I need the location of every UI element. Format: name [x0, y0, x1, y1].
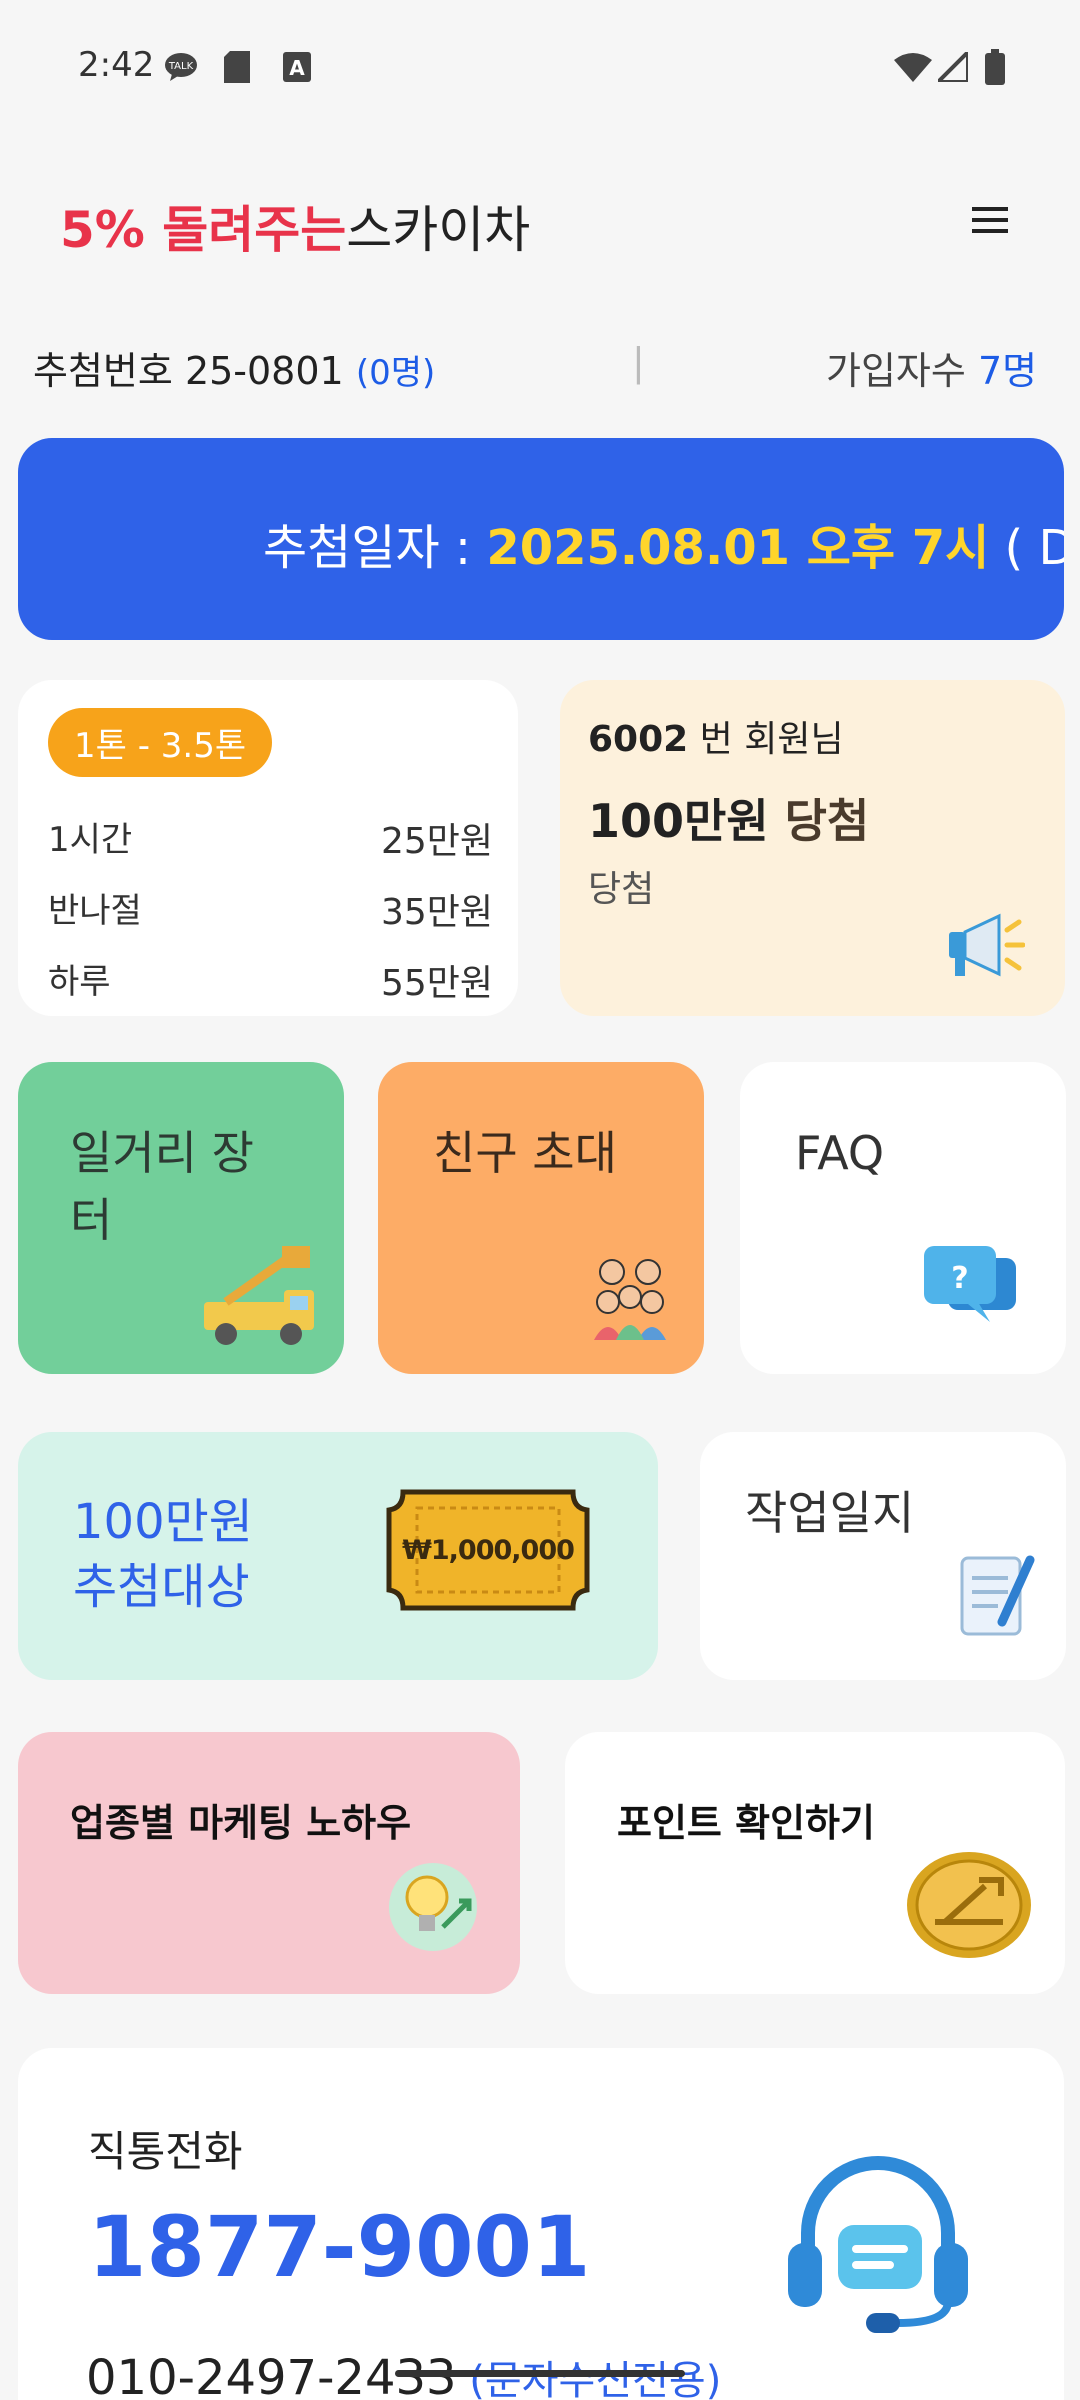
chat-question-icon: ?: [920, 1242, 1020, 1341]
winner-status: 당첨: [588, 869, 655, 910]
invite-friend-tile[interactable]: 친구 초대: [378, 1062, 704, 1374]
members-label: 가입자수: [826, 349, 966, 393]
lightbulb-icon: [383, 1857, 478, 1956]
banner-rest: ( D: [1004, 520, 1064, 576]
faq-tile[interactable]: FAQ ?: [740, 1062, 1066, 1374]
sd-card-icon: [222, 50, 252, 84]
hamburger-menu-icon[interactable]: [960, 200, 1020, 250]
points-title: 포인트 확인하기: [617, 1801, 875, 1845]
headset-icon: [778, 2143, 978, 2347]
gesture-home-bar[interactable]: [395, 2370, 685, 2377]
lottery-line1: 100만원: [73, 1494, 253, 1550]
price-label: 1시간: [48, 820, 133, 860]
lottery-line2: 추첨대상: [73, 1558, 250, 1615]
price-row: 하루 55만원: [48, 954, 493, 1006]
job-title-line2: 터: [70, 1192, 113, 1247]
price-card[interactable]: 1톤 - 3.5톤 1시간 25만원 반나절 35만원 하루 55만원: [18, 680, 518, 1016]
banner-label: 추첨일자 :: [263, 520, 487, 576]
winner-member-suffix: 번 회원님: [688, 719, 844, 760]
ticket-icon: ₩1,000,000: [383, 1486, 593, 1614]
app-title-rest: 스카이차: [346, 201, 531, 259]
draw-date-banner[interactable]: 추첨일자 : 2025.08.01 오후 7시 ( D: [18, 438, 1064, 640]
job-board-tile[interactable]: 일거리 장터: [18, 1062, 344, 1374]
notepad-icon: [958, 1550, 1038, 1644]
lottery-tile[interactable]: 100만원추첨대상 ₩1,000,000: [18, 1432, 658, 1680]
info-divider: |: [632, 340, 645, 384]
winner-amount-suffix: 당첨: [768, 794, 870, 848]
call-label: 직통전화: [88, 2127, 243, 2176]
members-count: 7명: [977, 349, 1038, 393]
winner-amount: 100만원 당첨: [588, 785, 869, 851]
draw-number: 25-0801: [184, 349, 344, 393]
svg-text:A: A: [289, 56, 305, 80]
invite-friend-title: 친구 초대: [433, 1126, 617, 1180]
gold-coin-icon: [905, 1850, 1033, 1964]
work-log-tile[interactable]: 작업일지: [700, 1432, 1066, 1680]
status-time: 2:42: [78, 45, 155, 85]
people-group-icon: [590, 1252, 670, 1346]
megaphone-icon: [945, 910, 1026, 984]
tonnage-badge: 1톤 - 3.5톤: [48, 708, 273, 777]
draw-label: 추첨번호: [33, 349, 173, 393]
wifi-icon: [893, 50, 933, 84]
talk-bubble-icon: TALK: [163, 50, 199, 84]
job-board-title: 일거리 장터: [70, 1120, 254, 1253]
draw-count: (0명): [355, 353, 436, 393]
points-tile[interactable]: 포인트 확인하기: [565, 1732, 1065, 1994]
lottery-title: 100만원추첨대상: [73, 1490, 253, 1620]
job-title-line1: 일거리 장: [70, 1126, 254, 1180]
winner-card[interactable]: 6002 번 회원님 100만원 당첨 당첨: [560, 680, 1065, 1016]
work-log-title: 작업일지: [745, 1486, 915, 1540]
price-value: 25만원: [380, 821, 493, 862]
winner-member: 6002 번 회원님: [588, 710, 844, 762]
price-row: 반나절 35만원: [48, 883, 493, 935]
faq-title: FAQ: [795, 1126, 885, 1180]
marketing-title: 업종별 마케팅 노하우: [70, 1801, 412, 1845]
call-main-number[interactable]: 1877-9001: [88, 2198, 590, 2296]
sky-truck-icon: [196, 1242, 326, 1356]
members-info: 가입자수 7명: [826, 340, 1037, 395]
winner-amount-value: 100만원: [588, 794, 769, 848]
direct-call-section[interactable]: 직통전화 1877-9001 010-2497-2433 (문자수신전용): [18, 2048, 1064, 2400]
app-title-accent: 5% 돌려주는: [60, 201, 347, 259]
price-label: 반나절: [48, 891, 142, 931]
font-a-icon: A: [282, 50, 312, 84]
call-sub-note: (문자수신전용): [456, 2358, 722, 2400]
signal-icon: [937, 50, 969, 84]
svg-text:TALK: TALK: [168, 61, 194, 72]
banner-date: 2025.08.01 오후 7시: [486, 520, 990, 576]
price-row: 1시간 25만원: [48, 812, 493, 864]
draw-info: 추첨번호 25-0801 (0명): [33, 340, 435, 395]
banner-text: 추첨일자 : 2025.08.01 오후 7시 ( D: [263, 508, 1064, 578]
svg-text:?: ?: [951, 1261, 968, 1296]
price-value: 35만원: [380, 892, 493, 933]
battery-icon: [984, 49, 1006, 85]
price-value: 55만원: [380, 963, 493, 1004]
ticket-amount: ₩1,000,000: [402, 1534, 575, 1566]
price-label: 하루: [48, 962, 111, 1002]
app-title: 5% 돌려주는스카이차: [60, 190, 530, 262]
marketing-tile[interactable]: 업종별 마케팅 노하우: [18, 1732, 520, 1994]
winner-member-no: 6002: [588, 719, 689, 760]
